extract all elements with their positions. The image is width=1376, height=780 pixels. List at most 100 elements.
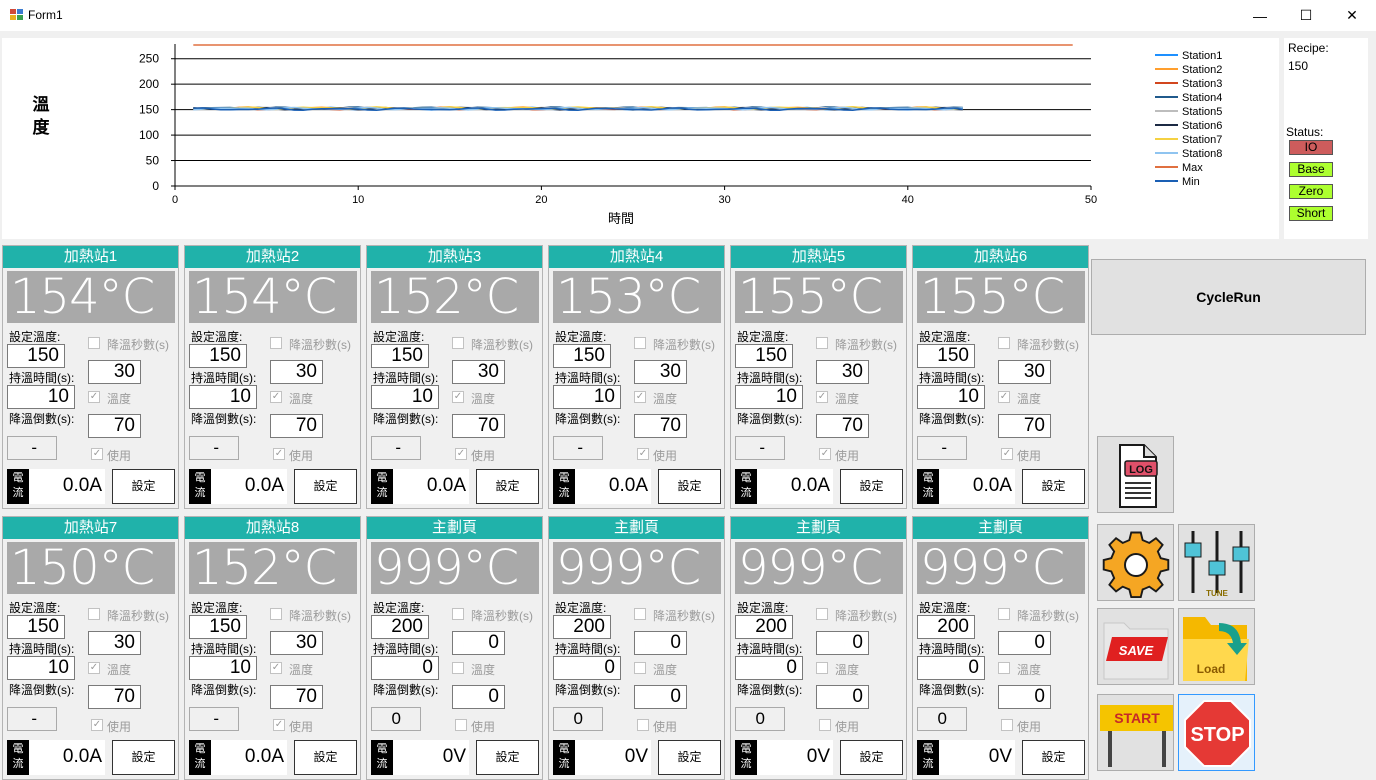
set-button[interactable]: 設定	[476, 469, 539, 504]
hold-time-input[interactable]: 10	[189, 656, 257, 680]
cool-count-input[interactable]: 70	[270, 685, 323, 709]
set-button[interactable]: 設定	[294, 469, 357, 504]
cool-count-input[interactable]: 70	[816, 414, 869, 438]
cool-seconds-checkbox[interactable]	[270, 608, 282, 620]
cool-seconds-checkbox[interactable]	[88, 608, 100, 620]
cool-seconds-input[interactable]: 0	[816, 631, 869, 655]
temp-checkbox[interactable]: ✓	[452, 391, 464, 403]
hold-time-input[interactable]: 0	[371, 656, 439, 680]
set-temp-input[interactable]: 150	[7, 615, 65, 639]
use-checkbox[interactable]: ✓	[819, 448, 831, 460]
cool-seconds-input[interactable]: 0	[998, 631, 1051, 655]
cool-seconds-checkbox[interactable]	[634, 337, 646, 349]
use-checkbox[interactable]	[455, 719, 467, 731]
set-button[interactable]: 設定	[658, 740, 721, 775]
set-button[interactable]: 設定	[476, 740, 539, 775]
set-button[interactable]: 設定	[1022, 740, 1085, 775]
cool-seconds-input[interactable]: 0	[452, 631, 505, 655]
cool-seconds-input[interactable]: 30	[270, 360, 323, 384]
temp-checkbox[interactable]: ✓	[88, 391, 100, 403]
minimize-button[interactable]: —	[1237, 0, 1283, 31]
use-checkbox[interactable]: ✓	[1001, 448, 1013, 460]
temp-checkbox[interactable]	[998, 662, 1010, 674]
set-temp-input[interactable]: 150	[917, 344, 975, 368]
cycle-run-button[interactable]: CycleRun	[1091, 259, 1366, 335]
hold-time-input[interactable]: 0	[735, 656, 803, 680]
start-button[interactable]: START	[1097, 694, 1174, 771]
use-checkbox[interactable]: ✓	[637, 448, 649, 460]
cool-seconds-input[interactable]: 30	[816, 360, 869, 384]
temp-checkbox[interactable]: ✓	[88, 662, 100, 674]
cool-seconds-input[interactable]: 30	[88, 631, 141, 655]
save-button[interactable]: SAVE	[1097, 608, 1174, 685]
cool-seconds-input[interactable]: 30	[270, 631, 323, 655]
temp-checkbox[interactable]: ✓	[816, 391, 828, 403]
cool-count-input[interactable]: 70	[270, 414, 323, 438]
temp-checkbox[interactable]: ✓	[270, 662, 282, 674]
tune-button[interactable]: TUNE	[1178, 524, 1255, 601]
set-temp-input[interactable]: 150	[7, 344, 65, 368]
use-checkbox[interactable]: ✓	[455, 448, 467, 460]
set-temp-input[interactable]: 150	[189, 615, 247, 639]
set-temp-input[interactable]: 150	[553, 344, 611, 368]
temp-checkbox[interactable]: ✓	[270, 391, 282, 403]
set-button[interactable]: 設定	[294, 740, 357, 775]
cool-seconds-checkbox[interactable]	[452, 337, 464, 349]
use-checkbox[interactable]	[819, 719, 831, 731]
set-button[interactable]: 設定	[840, 469, 903, 504]
set-temp-input[interactable]: 200	[371, 615, 429, 639]
set-temp-input[interactable]: 200	[735, 615, 793, 639]
set-temp-input[interactable]: 200	[553, 615, 611, 639]
use-checkbox[interactable]: ✓	[91, 719, 103, 731]
hold-time-input[interactable]: 10	[735, 385, 803, 409]
use-checkbox[interactable]: ✓	[273, 719, 285, 731]
temp-checkbox[interactable]: ✓	[998, 391, 1010, 403]
use-checkbox[interactable]	[637, 719, 649, 731]
temp-checkbox[interactable]	[816, 662, 828, 674]
cool-count-input[interactable]: 70	[88, 414, 141, 438]
cool-seconds-input[interactable]: 30	[998, 360, 1051, 384]
hold-time-input[interactable]: 0	[553, 656, 621, 680]
settings-button[interactable]	[1097, 524, 1174, 601]
temp-checkbox[interactable]	[634, 662, 646, 674]
cool-count-input[interactable]: 70	[634, 414, 687, 438]
cool-count-input[interactable]: 0	[634, 685, 687, 709]
load-button[interactable]: Load	[1178, 608, 1255, 685]
use-checkbox[interactable]: ✓	[91, 448, 103, 460]
set-button[interactable]: 設定	[658, 469, 721, 504]
set-temp-input[interactable]: 150	[189, 344, 247, 368]
set-temp-input[interactable]: 150	[371, 344, 429, 368]
set-button[interactable]: 設定	[1022, 469, 1085, 504]
cool-seconds-checkbox[interactable]	[634, 608, 646, 620]
use-checkbox[interactable]: ✓	[273, 448, 285, 460]
cool-seconds-input[interactable]: 0	[634, 631, 687, 655]
cool-seconds-input[interactable]: 30	[452, 360, 505, 384]
set-button[interactable]: 設定	[840, 740, 903, 775]
hold-time-input[interactable]: 10	[917, 385, 985, 409]
cool-seconds-input[interactable]: 30	[634, 360, 687, 384]
hold-time-input[interactable]: 10	[7, 656, 75, 680]
cool-seconds-checkbox[interactable]	[998, 608, 1010, 620]
set-button[interactable]: 設定	[112, 469, 175, 504]
maximize-button[interactable]: ☐	[1283, 0, 1329, 31]
hold-time-input[interactable]: 10	[553, 385, 621, 409]
cool-count-input[interactable]: 0	[998, 685, 1051, 709]
cool-seconds-checkbox[interactable]	[452, 608, 464, 620]
cool-seconds-checkbox[interactable]	[998, 337, 1010, 349]
cool-count-input[interactable]: 0	[816, 685, 869, 709]
cool-seconds-checkbox[interactable]	[816, 337, 828, 349]
hold-time-input[interactable]: 0	[917, 656, 985, 680]
log-button[interactable]: LOG	[1097, 436, 1174, 513]
set-temp-input[interactable]: 200	[917, 615, 975, 639]
cool-seconds-checkbox[interactable]	[88, 337, 100, 349]
set-temp-input[interactable]: 150	[735, 344, 793, 368]
use-checkbox[interactable]	[1001, 719, 1013, 731]
hold-time-input[interactable]: 10	[371, 385, 439, 409]
hold-time-input[interactable]: 10	[7, 385, 75, 409]
temp-checkbox[interactable]	[452, 662, 464, 674]
cool-count-input[interactable]: 70	[998, 414, 1051, 438]
cool-count-input[interactable]: 0	[452, 685, 505, 709]
cool-count-input[interactable]: 70	[452, 414, 505, 438]
stop-button[interactable]: STOP	[1178, 694, 1255, 771]
cool-count-input[interactable]: 70	[88, 685, 141, 709]
